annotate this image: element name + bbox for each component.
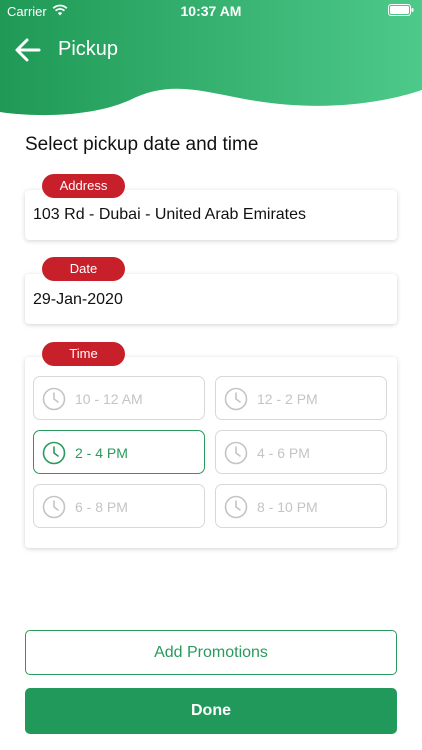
time-slot-2-4pm[interactable]: 2 - 4 PM bbox=[33, 430, 205, 474]
time-slot-label: 10 - 12 AM bbox=[75, 391, 143, 407]
back-arrow-icon[interactable] bbox=[14, 36, 42, 64]
date-card[interactable]: 29-Jan-2020 bbox=[25, 274, 397, 324]
done-button[interactable]: Done bbox=[25, 688, 397, 734]
time-slot-6-8pm[interactable]: 6 - 8 PM bbox=[33, 484, 205, 528]
time-slot-label: 8 - 10 PM bbox=[257, 499, 318, 515]
time-card: 10 - 12 AM 12 - 2 PM 2 - 4 PM 4 - 6 PM 6… bbox=[25, 357, 397, 548]
section-title: Select pickup date and time bbox=[25, 134, 259, 155]
battery-icon bbox=[388, 4, 414, 16]
clock-time: 10:37 AM bbox=[180, 3, 242, 19]
clock-icon bbox=[224, 495, 248, 519]
clock-icon bbox=[42, 387, 66, 411]
time-slot-8-10pm[interactable]: 8 - 10 PM bbox=[215, 484, 387, 528]
time-slot-label: 4 - 6 PM bbox=[257, 445, 310, 461]
address-label-badge: Address bbox=[42, 174, 125, 198]
page-title: Pickup bbox=[58, 38, 119, 60]
time-slot-10-12am[interactable]: 10 - 12 AM bbox=[33, 376, 205, 420]
add-promotions-button[interactable]: Add Promotions bbox=[25, 630, 397, 675]
clock-icon bbox=[224, 387, 248, 411]
header: Carrier 10:37 AM Pickup bbox=[0, 0, 422, 120]
time-slot-label: 12 - 2 PM bbox=[257, 391, 318, 407]
clock-icon bbox=[42, 441, 66, 465]
date-label-badge: Date bbox=[42, 257, 125, 281]
time-slot-label: 2 - 4 PM bbox=[75, 445, 128, 461]
clock-icon bbox=[42, 495, 66, 519]
nav-bar: Pickup bbox=[0, 30, 422, 70]
time-label-badge: Time bbox=[42, 342, 125, 366]
date-value: 29-Jan-2020 bbox=[33, 291, 123, 308]
status-bar: Carrier 10:37 AM bbox=[0, 0, 422, 22]
time-slot-4-6pm[interactable]: 4 - 6 PM bbox=[215, 430, 387, 474]
address-value: 103 Rd - Dubai - United Arab Emirates bbox=[33, 206, 307, 223]
time-slot-12-2pm[interactable]: 12 - 2 PM bbox=[215, 376, 387, 420]
clock-icon bbox=[224, 441, 248, 465]
time-slot-label: 6 - 8 PM bbox=[75, 499, 128, 515]
